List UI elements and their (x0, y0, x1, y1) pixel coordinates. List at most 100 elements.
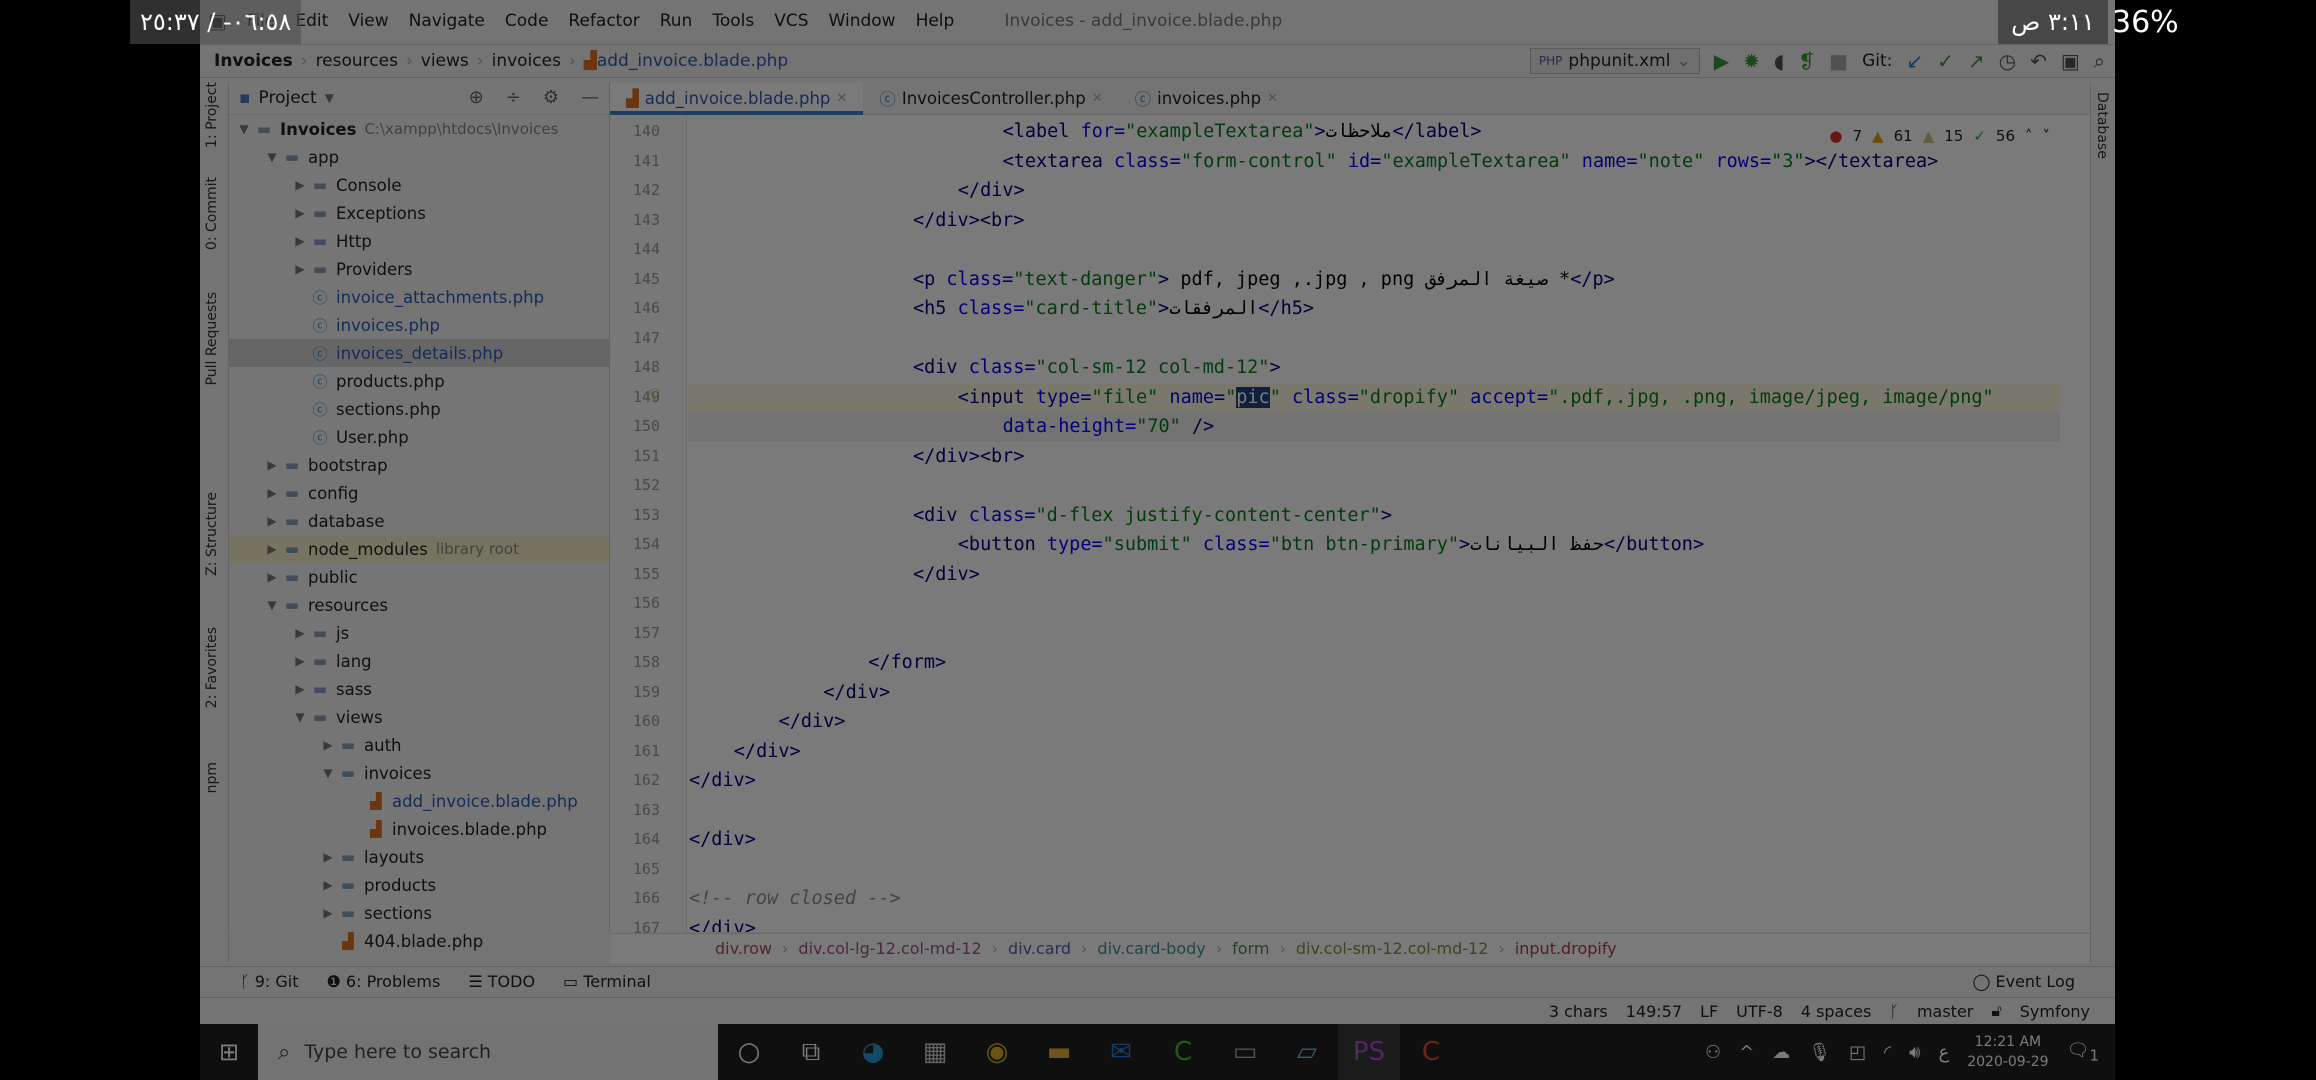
chevron-right-icon[interactable]: ▶ (263, 570, 281, 584)
editor-crumb[interactable]: div.row (715, 939, 772, 958)
code-line[interactable]: </div> (688, 825, 2060, 855)
nav-crumb[interactable]: invoices › (492, 51, 584, 71)
debug-icon[interactable]: ✹ (1743, 51, 1760, 71)
chevron-right-icon[interactable]: ▶ (291, 262, 309, 276)
input-language[interactable]: ع (1938, 1042, 1949, 1063)
notes-icon[interactable]: ▱ (1276, 1037, 1338, 1067)
inspection-widget[interactable]: ● 7 ▲ 61 ▲ 15 ✓ 56 ˄ ˅ (1829, 127, 2050, 145)
history-icon[interactable]: ◷ (1999, 51, 2016, 71)
code-area[interactable]: <label for="exampleTextarea">ملاحظات</la… (688, 115, 2060, 932)
editor-crumb[interactable]: form (1232, 939, 1269, 958)
code-line[interactable]: </div><br> (688, 206, 2060, 236)
tool-window--commit[interactable]: 0: Commit (204, 177, 220, 250)
chevron-right-icon[interactable]: ▶ (291, 234, 309, 248)
chrome-icon[interactable]: ◉ (966, 1037, 1028, 1067)
chevron-down-icon[interactable]: ▼ (263, 598, 281, 612)
editor-crumb[interactable]: div.col-lg-12.col-md-12 (798, 939, 981, 958)
cloud-icon[interactable]: ☁ (1772, 1042, 1790, 1063)
nav-crumb[interactable]: resources › (316, 51, 421, 71)
tree-item[interactable]: ▼ ▬ invoices (229, 759, 609, 787)
chevron-right-icon[interactable]: ▶ (263, 514, 281, 528)
chevron-right-icon[interactable]: ▶ (291, 682, 309, 696)
git-branch[interactable]: master (1917, 1002, 1973, 1021)
framework-indicator[interactable]: Symfony (2020, 1002, 2090, 1021)
presentation-icon[interactable]: ▣ (2061, 51, 2080, 71)
line-separator[interactable]: LF (1700, 1002, 1718, 1021)
tree-item[interactable]: ⓒ invoice_attachments.php (229, 283, 609, 311)
tree-item[interactable]: ▶ ▬ js (229, 619, 609, 647)
notifications-icon[interactable]: 🗨︎1 (2067, 1040, 2099, 1065)
tree-item[interactable]: ▟ add_invoice.blade.php (229, 787, 609, 815)
project-view-select[interactable]: Project (259, 88, 317, 108)
gear-icon[interactable]: ⚙ (543, 87, 559, 108)
code-line[interactable]: </div><br> (688, 442, 2060, 472)
profile-icon[interactable]: ❡ (1798, 51, 1815, 71)
camtasia-icon[interactable]: C (1152, 1037, 1214, 1067)
intention-bulb-icon[interactable]: 💡︎ (648, 385, 661, 406)
chevron-right-icon[interactable]: ▶ (319, 850, 337, 864)
code-line[interactable]: </div> (688, 737, 2060, 767)
menu-tools[interactable]: Tools (712, 11, 754, 31)
code-line[interactable]: <!-- row closed --> (688, 884, 2060, 914)
chevron-right-icon[interactable]: ▶ (291, 206, 309, 220)
chevron-up-icon[interactable]: ^ (1739, 1042, 1754, 1063)
tool-window-npm[interactable]: npm (204, 762, 220, 793)
chevron-right-icon[interactable]: ▶ (291, 178, 309, 192)
code-line[interactable]: </form> (688, 648, 2060, 678)
recorder-icon[interactable]: C (1400, 1037, 1462, 1067)
code-line[interactable] (688, 855, 2060, 885)
tree-item[interactable]: ⓒ products.php (229, 367, 609, 395)
windows-start-icon[interactable]: ⊞ (200, 1038, 258, 1066)
chevron-down-icon[interactable]: ▼ (263, 150, 281, 164)
git-update-icon[interactable]: ↙ (1906, 51, 1923, 71)
chevron-down-icon[interactable]: ▼ (235, 122, 253, 136)
code-line[interactable]: data-height="70" /> (688, 412, 2060, 442)
tree-item[interactable]: ▼ ▬ resources (229, 591, 609, 619)
tool-window-database[interactable]: Database (2094, 92, 2110, 159)
tree-item[interactable]: ▶ ▬ Exceptions (229, 199, 609, 227)
people-icon[interactable]: ⚇ (1705, 1042, 1721, 1063)
tree-item[interactable]: ▶ ▬ lang (229, 647, 609, 675)
editor-crumb[interactable]: div.card-body (1097, 939, 1205, 958)
tree-item[interactable]: ▟ 404.blade.php (229, 927, 609, 955)
menu-code[interactable]: Code (505, 11, 549, 31)
tree-item[interactable]: ▶ ▬ config (229, 479, 609, 507)
tree-item[interactable]: ▶ ▬ bootstrap (229, 451, 609, 479)
code-line[interactable]: </div> (688, 678, 2060, 708)
tool-terminal[interactable]: ▭ Terminal (563, 972, 651, 991)
menu-refactor[interactable]: Refactor (568, 11, 639, 31)
wifi-icon[interactable]: ◜ (1884, 1042, 1891, 1063)
tree-item[interactable]: ⓒ invoices.php (229, 311, 609, 339)
menu-vcs[interactable]: VCS (774, 11, 808, 31)
run-icon[interactable]: ▶ (1714, 51, 1729, 71)
chevron-right-icon[interactable]: ▶ (291, 626, 309, 640)
tree-item[interactable]: ⓒ sections.php (229, 395, 609, 423)
code-line[interactable] (688, 589, 2060, 619)
taskbar-clock[interactable]: 12:21 AM 2020-09-29 (1967, 1032, 2048, 1072)
chevron-down-icon[interactable]: ▼ (319, 766, 337, 780)
stop-icon[interactable]: ■ (1829, 51, 1848, 71)
code-line[interactable]: </div> (688, 560, 2060, 590)
code-line[interactable]: <div class="col-sm-12 col-md-12"> (688, 353, 2060, 383)
tree-item[interactable]: ▶ ▬ Http (229, 227, 609, 255)
network-icon[interactable]: ◰ (1849, 1042, 1866, 1063)
tool-window-z-structure[interactable]: Z: Structure (204, 492, 220, 576)
code-line[interactable]: </div> (688, 766, 2060, 796)
code-line[interactable]: <button type="submit" class="btn btn-pri… (688, 530, 2060, 560)
tree-item[interactable]: ▼ ▬ views (229, 703, 609, 731)
caret-position[interactable]: 149:57 (1626, 1002, 1682, 1021)
menu-navigate[interactable]: Navigate (409, 11, 485, 31)
coverage-icon[interactable]: ◖ (1774, 51, 1785, 71)
nav-crumb[interactable]: Invoices › (214, 51, 316, 71)
tree-item[interactable]: ▶ ▬ auth (229, 731, 609, 759)
search-icon[interactable]: ⌕ (2094, 51, 2105, 71)
tab-add_invoice-blade-php[interactable]: ▟ add_invoice.blade.php ✕ (610, 82, 864, 115)
tree-item[interactable]: ▶ ▬ Providers (229, 255, 609, 283)
tree-item[interactable]: ▶ ▬ sass (229, 675, 609, 703)
tool-problems[interactable]: ❶ 6: Problems (326, 972, 440, 991)
code-line[interactable]: <div class="d-flex justify-content-cente… (688, 501, 2060, 531)
code-line[interactable] (688, 235, 2060, 265)
code-line[interactable] (688, 619, 2060, 649)
tree-item[interactable]: ▶ ▬ Console (229, 171, 609, 199)
file-explorer-icon[interactable]: ▬ (1028, 1037, 1090, 1067)
